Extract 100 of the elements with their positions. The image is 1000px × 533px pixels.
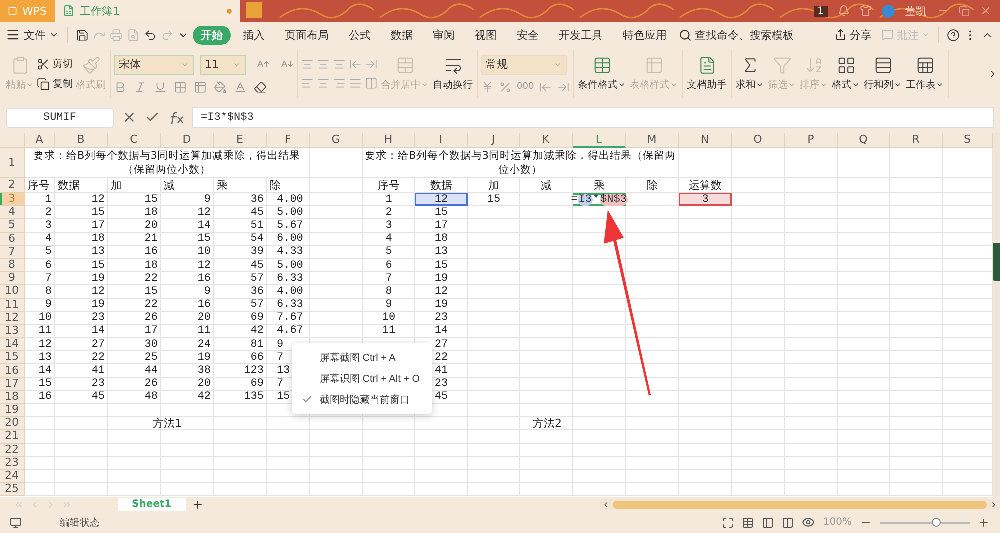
redo-icon[interactable] [161,28,174,42]
indent-icon[interactable] [365,58,378,71]
underline-icon[interactable] [154,80,167,94]
font-color-icon[interactable] [234,80,247,94]
formula-input[interactable]: =I3*$N$3 [192,107,994,128]
table-cell[interactable]: 3 [679,193,732,206]
help-icon[interactable] [947,28,960,42]
menu-item[interactable]: 屏幕截图 Ctrl + A [292,347,432,368]
bold-icon[interactable] [114,80,127,94]
restore-icon[interactable] [959,6,970,16]
file-menu[interactable]: 文件 [24,28,59,42]
row-header[interactable]: 11 [0,298,25,312]
menu-item[interactable]: 屏幕识图 Ctrl + Alt + O [292,368,432,389]
scroll-right-icon[interactable] [990,500,998,508]
font-select[interactable]: 宋体 [114,54,194,74]
row-header[interactable]: 21 [0,430,25,444]
row-header[interactable]: 17 [0,378,25,391]
editing-cell[interactable]: =I3*$N$3 [573,193,626,206]
increase-decimal-icon[interactable] [539,80,552,94]
row-header[interactable]: 22 [0,444,25,457]
ribbon-button[interactable]: 文档助手 [686,56,728,92]
table-icon[interactable] [194,80,207,94]
ribbon-tab[interactable]: 开发工具 [551,26,611,44]
scrollbar-thumb[interactable] [613,500,987,508]
ribbon-button[interactable]: 求和 [735,56,766,92]
row-header[interactable]: 2 [0,178,25,193]
preview-icon[interactable] [127,28,140,42]
ribbon-tab[interactable]: 安全 [509,26,547,44]
avatar-icon[interactable] [882,4,895,18]
shirt-icon[interactable] [860,5,872,17]
eraser-icon[interactable] [254,80,267,94]
align-top-icon[interactable] [301,58,314,71]
table-cell[interactable]: 12 [415,193,468,206]
row-header[interactable]: 9 [0,272,25,286]
fill-color-icon[interactable] [214,80,227,94]
border-icon[interactable] [174,80,187,94]
ribbon-tab[interactable]: 审阅 [425,26,463,44]
zoom-in-icon[interactable] [978,516,990,528]
justify-icon[interactable] [349,77,362,90]
row-header[interactable]: 14 [0,338,25,352]
ribbon-button[interactable]: 行和列 [863,56,904,92]
ribbon-button[interactable]: 剪切 [37,57,73,71]
decrease-decimal-icon[interactable] [557,80,570,94]
row-header[interactable]: 1 [0,148,25,178]
ribbon-tab[interactable]: 插入 [235,26,273,44]
align-middle-icon[interactable] [317,58,330,71]
row-header[interactable]: 24 [0,470,25,484]
command-search[interactable]: 查找命令、搜索模板 [679,28,794,42]
normal-view-icon[interactable] [742,516,754,528]
user-name[interactable]: 董凯 [905,4,927,18]
italic-icon[interactable] [134,80,147,94]
row-header[interactable]: 18 [0,390,25,404]
name-box[interactable]: SUMIF [6,108,114,128]
align-right-icon[interactable] [333,77,346,90]
currency-icon[interactable] [481,80,494,94]
row-header[interactable]: 4 [0,206,25,220]
page-view-icon[interactable] [762,516,774,528]
outdent-icon[interactable] [349,58,362,71]
scroll-left-icon[interactable] [602,500,610,508]
row-header[interactable]: 5 [0,219,25,233]
share-button[interactable]: 分享 [835,28,872,42]
ribbon-button[interactable]: 工作表 [905,56,946,92]
ribbon-tab[interactable]: 视图 [467,26,505,44]
undo-icon[interactable] [144,28,157,42]
fullscreen-icon[interactable] [722,516,734,528]
percent-icon[interactable] [499,80,512,94]
row-header[interactable]: 6 [0,232,25,246]
last-sheet-icon[interactable] [62,500,72,510]
row-header[interactable]: 19 [0,404,25,418]
row-header[interactable]: 13 [0,324,25,338]
number-format-select[interactable]: 常规 [481,54,567,74]
ribbon-tab[interactable]: 公式 [341,26,379,44]
ribbon-tab[interactable]: 页面布局 [277,26,337,44]
split-view-icon[interactable] [782,516,794,528]
align-bottom-icon[interactable] [333,58,346,71]
monitor-icon[interactable] [10,516,22,528]
side-panel-handle[interactable] [993,243,1000,281]
distribute-icon[interactable] [365,77,378,90]
menu-item[interactable]: 截图时隐藏当前窗口 [292,389,432,410]
first-sheet-icon[interactable] [14,500,24,510]
menu-icon[interactable] [6,28,20,42]
ribbon-tab[interactable]: 特色应用 [615,26,675,44]
save-icon[interactable] [76,28,89,42]
add-sheet-icon[interactable] [192,498,204,510]
font-size-select[interactable]: 11 [200,54,246,74]
print-icon[interactable] [110,28,123,42]
bell-icon[interactable] [838,5,850,17]
align-center-icon[interactable] [317,77,330,90]
row-header[interactable]: 15 [0,351,25,364]
notification-badge[interactable]: 1 [814,6,828,16]
ribbon-button[interactable]: 格式 [831,56,862,92]
row-header[interactable]: 20 [0,417,25,430]
ribbon-button[interactable]: 自动换行 [432,56,474,92]
slider-thumb[interactable] [932,518,941,526]
row-header[interactable]: 7 [0,246,25,259]
row-header[interactable]: 23 [0,456,25,470]
row-header[interactable]: 16 [0,364,25,378]
eye-icon[interactable] [802,516,816,529]
function-icon[interactable] [168,110,184,124]
ribbon-tab[interactable]: 数据 [383,26,421,44]
